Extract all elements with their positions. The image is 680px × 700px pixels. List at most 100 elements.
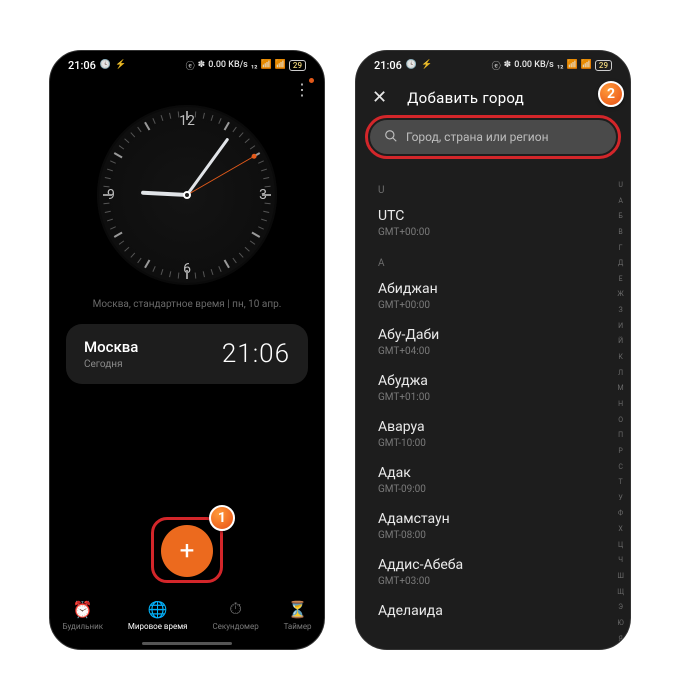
- city-row[interactable]: Аддис-Абеба GMT+03:00: [378, 551, 608, 597]
- tab-label: Секундомер: [212, 622, 258, 631]
- status-icon: ₁₂: [251, 60, 258, 70]
- index-letter[interactable]: Г: [617, 244, 624, 252]
- index-letter[interactable]: Б: [617, 212, 624, 220]
- city-gmt: GMT-08:00: [378, 530, 608, 541]
- tab-label: Таймер: [284, 622, 312, 631]
- tab-Будильник[interactable]: ⏰ Будильник: [62, 600, 103, 631]
- index-letter[interactable]: Е: [617, 275, 624, 283]
- tab-label: Будильник: [62, 622, 103, 631]
- add-city-fab[interactable]: +: [161, 525, 213, 577]
- tab-icon: ⏰: [73, 600, 93, 619]
- city-gmt: GMT+01:00: [378, 392, 608, 403]
- status-icon: ✽: [198, 60, 206, 70]
- city-row[interactable]: UTCGMT+00:00: [378, 202, 608, 248]
- index-letter[interactable]: З: [617, 306, 624, 314]
- battery-icon: 29: [595, 60, 612, 71]
- city-row[interactable]: АбиджанGMT+00:00: [378, 275, 608, 321]
- section-header: А: [378, 258, 608, 269]
- index-letter[interactable]: П: [617, 431, 624, 439]
- index-letter[interactable]: Я: [617, 635, 624, 643]
- index-letter[interactable]: А: [617, 197, 624, 205]
- city-row[interactable]: АдакGMT-09:00: [378, 459, 608, 505]
- analog-clock: 12 3 6 9: [97, 105, 277, 285]
- index-letter[interactable]: Д: [617, 259, 624, 267]
- city-row[interactable]: Адамстаун GMT-08:00: [378, 505, 608, 551]
- screen-add-city: 21:06 🕓 ⚡ ⓔ ✽ 0.00 KB/s ₁₂ 📶 📶 29 ✕ Доба…: [355, 50, 631, 650]
- city-gmt: GMT-09:00: [378, 484, 608, 495]
- index-letter[interactable]: Т: [617, 478, 624, 486]
- city-name: Аддис-Абеба: [378, 557, 608, 573]
- status-time: 21:06: [68, 59, 96, 72]
- status-icon: ₁₂: [557, 60, 564, 70]
- status-net: 0.00 KB/s: [208, 60, 248, 70]
- tab-Секундомер[interactable]: ⏱ Секундомер: [212, 599, 258, 631]
- city-name: Абу-Даби: [378, 327, 608, 343]
- index-letter[interactable]: Ч: [617, 556, 624, 564]
- page-title: Добавить город: [407, 89, 524, 107]
- index-letter[interactable]: Ш: [617, 572, 624, 580]
- close-icon[interactable]: ✕: [372, 87, 387, 108]
- signal-icon: 📶: [260, 60, 271, 70]
- annotation-badge: 2: [598, 81, 624, 107]
- index-letter[interactable]: Р: [617, 447, 624, 455]
- index-letter[interactable]: Ф: [617, 509, 624, 517]
- index-letter[interactable]: Х: [617, 525, 624, 533]
- index-letter[interactable]: Н: [617, 400, 624, 408]
- index-letter[interactable]: К: [617, 353, 624, 361]
- plus-icon: +: [180, 536, 195, 566]
- search-input[interactable]: Город, страна или регион: [370, 120, 616, 154]
- city-row[interactable]: Абуджа GMT+01:00: [378, 367, 608, 413]
- status-icon: ⓔ: [492, 59, 501, 72]
- city-name: Аделаида: [378, 603, 608, 619]
- city-row[interactable]: Аваруа GMT-10:00: [378, 413, 608, 459]
- search-placeholder: Город, страна или регион: [406, 130, 549, 144]
- tab-Таймер[interactable]: ⏳Таймер: [284, 600, 312, 631]
- city-row[interactable]: Аделаида: [378, 597, 608, 632]
- city-row[interactable]: Абу-Даби GMT+04:00: [378, 321, 608, 367]
- city-subtitle: Сегодня: [84, 359, 138, 370]
- city-name: Москва: [84, 338, 138, 356]
- tab-Мировое время[interactable]: 🌐Мировое время: [128, 600, 188, 631]
- screen-world-clock: 21:06 🕓 ⚡ ⓔ ✽ 0.00 KB/s ₁₂ 📶 📶 29 ⋮ 12 3…: [49, 50, 325, 650]
- alpha-index[interactable]: UАБВГДЕЖЗИЙКЛМНОПРСТУФХЦЧШЩЭЮЯ: [617, 181, 624, 643]
- index-letter[interactable]: С: [617, 463, 624, 471]
- city-name: Адамстаун: [378, 511, 608, 527]
- status-icon: 🕓: [406, 60, 417, 70]
- status-time: 21:06: [374, 59, 402, 72]
- signal-icon: 📶: [581, 60, 592, 70]
- city-name: Аваруа: [378, 419, 608, 435]
- index-letter[interactable]: Э: [617, 603, 624, 611]
- city-name: Абуджа: [378, 373, 608, 389]
- index-letter[interactable]: Ж: [617, 290, 624, 298]
- city-gmt: GMT+00:00: [378, 227, 608, 238]
- index-letter[interactable]: U: [617, 181, 624, 189]
- tab-icon: ⏱: [229, 599, 241, 619]
- bottom-tabs: ⏰ Будильник 🌐Мировое время ⏱ Секундомер ⏳Тайм…: [50, 589, 324, 649]
- status-net: 0.00 KB/s: [514, 60, 554, 70]
- index-letter[interactable]: В: [617, 228, 624, 236]
- city-gmt: GMT+04:00: [378, 346, 608, 357]
- index-letter[interactable]: У: [617, 494, 624, 502]
- more-menu-icon[interactable]: ⋮: [294, 80, 308, 99]
- city-list[interactable]: UUTCGMT+00:00ААбиджанGMT+00:00Абу-ДабиGM…: [356, 175, 608, 649]
- signal-icon: 📶: [275, 60, 286, 70]
- home-indicator: [142, 642, 232, 645]
- index-letter[interactable]: О: [617, 416, 624, 424]
- status-icon: ✽: [504, 60, 512, 70]
- index-letter[interactable]: Ю: [617, 619, 624, 627]
- index-letter[interactable]: Щ: [617, 588, 624, 596]
- annotation-badge: 1: [209, 505, 235, 531]
- city-card[interactable]: Москва Сегодня 21:06: [66, 324, 308, 384]
- battery-icon: 29: [289, 60, 306, 71]
- city-gmt: GMT-10:00: [378, 438, 608, 449]
- timezone-caption: Москва, стандартное время | пн, 10 апр.: [50, 299, 324, 310]
- index-letter[interactable]: И: [617, 322, 624, 330]
- index-letter[interactable]: М: [617, 384, 624, 392]
- index-letter[interactable]: Л: [617, 369, 624, 377]
- index-letter[interactable]: Ц: [617, 541, 624, 549]
- hour-hand: [141, 191, 187, 197]
- index-letter[interactable]: Й: [617, 337, 624, 345]
- status-bar: 21:06 🕓 ⚡ ⓔ ✽ 0.00 KB/s ₁₂ 📶 📶 29: [356, 51, 630, 75]
- city-gmt: GMT+03:00: [378, 576, 608, 587]
- search-icon: [384, 129, 398, 146]
